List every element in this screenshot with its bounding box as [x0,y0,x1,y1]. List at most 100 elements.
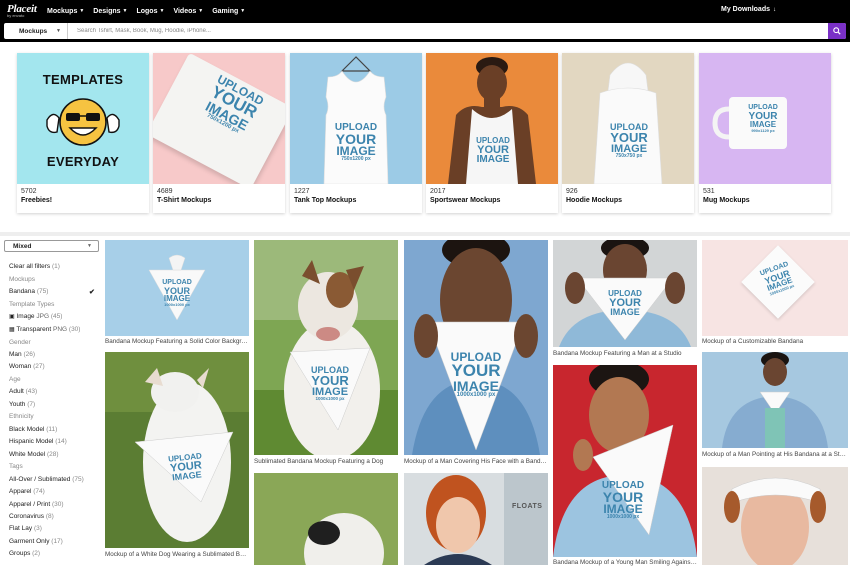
filter-black-model[interactable]: Black Model (11) [9,426,57,433]
category-card-tshirt[interactable]: UPLOAD YOUR IMAGE 750x1200 px 4689 T-Shi… [153,53,285,213]
dog-photo [105,352,249,542]
camera-icon: ▣ [9,314,15,320]
filter-label: Woman [9,363,32,370]
filter-tag-garment-only[interactable]: Garment Only (17) [9,538,63,545]
filter-transparent-png[interactable]: ▦ Transparent PNG (30) [9,326,80,333]
category-count: 1227 [294,188,310,195]
filter-heading-age: Age [9,376,21,383]
filter-bandana[interactable]: Bandana (75) [9,288,48,295]
filter-heading-gender: Gender [9,339,31,346]
nav-item-label: Designs [93,7,121,15]
filter-count: (74) [33,488,45,495]
filter-heading-ethnicity: Ethnicity [9,413,34,420]
filter-white-model[interactable]: White Model (28) [9,451,59,458]
mockup-caption: Bandana Mockup Featuring a Man at a Stud… [553,350,682,357]
upload-placeholder: UPLOAD YOUR IMAGE [470,137,516,165]
filter-man[interactable]: Man (26) [9,351,35,358]
clear-filters-link[interactable]: Clear all filters (1) [9,263,60,270]
filter-tag-all-over[interactable]: All-Over / Sublimated (75) [9,476,84,483]
dog-photo [254,240,398,455]
upload-placeholder: UPLOAD YOUR IMAGE [603,290,647,317]
mockup-thumbnail [702,352,848,448]
search-button[interactable] [828,23,846,39]
category-image: TEMPLATES EVERYDAY [17,53,149,184]
filter-heading-mockups: Mockups [9,276,36,283]
filter-label: Groups [9,550,31,557]
category-card-freebies[interactable]: TEMPLATES EVERYDAY 5702 Freebies! [17,53,149,213]
filter-youth[interactable]: Youth (7) [9,401,35,408]
filter-heading-tags: Tags [9,463,23,470]
nav-item-gaming[interactable]: Gaming ▼ [212,8,245,15]
man-photo [722,352,828,448]
mockup-caption: Mockup of a Customizable Bandana [702,338,804,345]
filter-count: (17) [51,538,63,545]
nav-item-logos[interactable]: Logos ▼ [136,8,164,15]
filter-heading-template-types: Template Types [9,301,55,308]
nav-item-label: Mockups [47,7,78,15]
filter-count: (75) [72,476,84,483]
sort-select[interactable]: Mixed ▼ [4,240,99,252]
mockup-thumbnail: UPLOAD YOUR IMAGE [105,352,249,548]
filter-image-jpg[interactable]: ▣ Image JPG (45) [9,313,62,320]
filter-tag-flat-lay[interactable]: Flat Lay (3) [9,525,42,532]
filter-label: Apparel [9,488,32,495]
filter-sidebar: Mixed ▼ Clear all filters (1) Mockups Ba… [0,236,104,565]
mockup-thumbnail: UPLOAD YOUR IMAGE 1000x1000 px [254,240,398,455]
filter-tag-apparel-print[interactable]: Apparel / Print (30) [9,501,64,508]
category-count: 2017 [430,188,446,195]
filter-label: Garment Only [9,538,50,545]
category-card-mug[interactable]: UPLOAD YOUR IMAGE 990x1129 px 531 Mug Mo… [699,53,831,213]
upload-placeholder: UPLOAD YOUR IMAGE 1000x1000 px [159,279,195,307]
category-image: UPLOAD YOUR IMAGE 990x1129 px [699,53,831,184]
category-card-tanktop[interactable]: UPLOAD YOUR IMAGE 750x1200 px 1227 Tank … [290,53,422,213]
filter-woman[interactable]: Woman (27) [9,363,45,370]
category-card-hoodie[interactable]: UPLOAD YOUR IMAGE 750x750 px 926 Hoodie … [562,53,694,213]
filter-label: Coronavirus [9,513,45,520]
freebies-overlay-bottom: EVERYDAY [46,154,120,169]
search-input[interactable] [68,23,828,39]
checkmark-icon: ✔ [89,289,95,296]
nav-item-videos[interactable]: Videos ▼ [173,8,203,15]
file-type: JPG [36,313,50,320]
filter-tag-coronavirus[interactable]: Coronavirus (8) [9,513,54,520]
nav-item-designs[interactable]: Designs ▼ [93,8,127,15]
mockup-caption: Bandana Mockup Featuring a Solid Color B… [105,338,249,345]
filter-count: (30) [52,501,64,508]
filter-hispanic-model[interactable]: Hispanic Model (14) [9,438,67,445]
category-name: Freebies! [21,197,53,204]
filter-label: Man [9,351,22,358]
download-arrow-icon: ↓ [773,6,776,13]
woman-photo [424,473,548,565]
chevron-down-icon: ▼ [240,8,246,14]
upload-placeholder: UPLOAD YOUR IMAGE [164,451,209,483]
filter-adult[interactable]: Adult (43) [9,388,37,395]
nav-item-mockups[interactable]: Mockups ▼ [47,8,84,15]
category-card-sportswear[interactable]: UPLOAD YOUR IMAGE 2017 Sportswear Mockup… [426,53,558,213]
mockup-caption: Sublimated Bandana Mockup Featuring a Do… [254,458,384,465]
search-box: Mockups ▼ [4,23,846,39]
category-image: UPLOAD YOUR IMAGE [426,53,558,184]
chevron-down-icon: ▼ [87,243,92,249]
mockup-thumbnail: UPLOAD YOUR IMAGE 1000x1000 px [553,365,697,557]
category-image: UPLOAD YOUR IMAGE 750x1200 px [290,53,422,184]
filter-count: (28) [46,451,59,458]
filter-tag-groups[interactable]: Groups (2) [9,550,40,557]
filter-count: (30) [68,326,81,333]
filter-label: Image [16,313,35,320]
upload-size: 1000x1000 px [315,396,345,402]
my-downloads-label: My Downloads [720,6,770,13]
my-downloads-button[interactable]: My Downloads ↓ [721,6,776,13]
upload-line3: IMAGE [476,154,510,166]
upload-placeholder: UPLOAD YOUR IMAGE 990x1129 px [743,104,783,133]
filter-count: (14) [55,438,67,445]
category-count: 4689 [157,188,173,195]
upload-size: 1000x1000 px [606,514,640,521]
filter-label: Apparel / Print [9,501,51,508]
chevron-down-icon: ▼ [122,8,128,14]
search-category-select[interactable]: Mockups ▼ [4,23,68,39]
upload-size: 990x1129 px [751,127,775,133]
filter-tag-apparel[interactable]: Apparel (74) [9,488,45,495]
placeit-logo[interactable]: Placeit by envato [7,4,39,18]
filter-label: All-Over / Sublimated [9,476,71,483]
filter-label: Bandana [9,288,36,295]
